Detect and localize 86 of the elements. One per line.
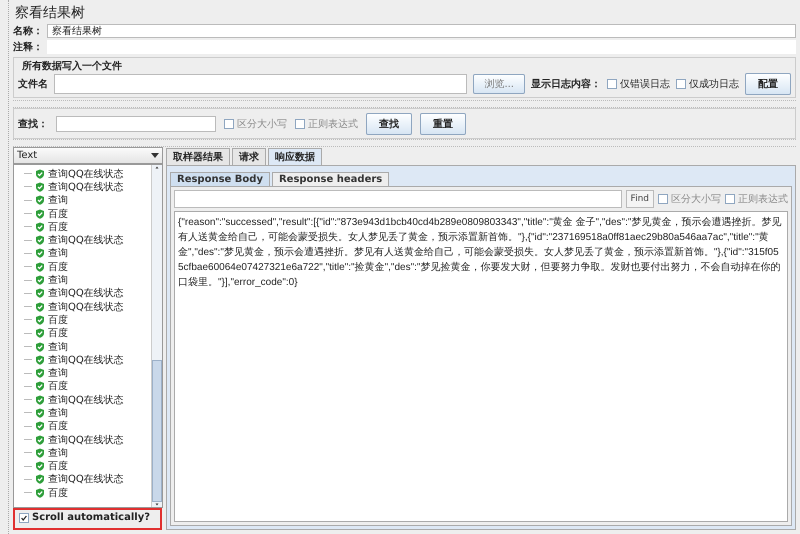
checkbox[interactable]: Scroll automatically?: [19, 512, 150, 524]
shield-check-icon: [35, 354, 45, 365]
tree-item[interactable]: 百度: [48, 486, 68, 500]
shield-check-icon: [35, 448, 45, 458]
shield-check-icon: [35, 368, 45, 378]
scrollbar[interactable]: [151, 165, 162, 507]
shield-check-icon: [35, 328, 45, 338]
tree-item[interactable]: 查询QQ在线状态: [48, 233, 124, 248]
field-label: 名称：: [13, 24, 43, 38]
splitter[interactable]: [13, 100, 796, 108]
shield-check-icon: [35, 222, 45, 232]
tree-item[interactable]: 百度: [48, 206, 68, 221]
search-field[interactable]: [174, 190, 622, 208]
tree-item[interactable]: 查询QQ在线状态: [48, 432, 124, 447]
caret-icon: [151, 153, 159, 158]
tree-item[interactable]: 查询QQ在线状态: [48, 472, 124, 486]
tab[interactable]: 取样器结果: [166, 148, 230, 165]
browse-button[interactable]: 浏览...: [473, 74, 525, 94]
filename-field[interactable]: [54, 74, 468, 94]
checkbox-icon[interactable]: [295, 118, 305, 128]
checkbox[interactable]: 仅成功日志: [676, 77, 739, 91]
tab[interactable]: Response Body: [170, 172, 270, 186]
config-button[interactable]: 配置: [745, 73, 791, 95]
tree-item[interactable]: 查询: [48, 340, 68, 354]
shield-check-icon: [35, 288, 45, 298]
shield-check-icon: [35, 195, 45, 206]
tree-item[interactable]: 查询QQ在线状态: [48, 180, 124, 194]
shield-check-icon: [35, 474, 45, 484]
checkbox-icon[interactable]: [725, 194, 735, 204]
field-label: 查找：: [18, 118, 48, 130]
shield-check-icon: [35, 434, 45, 445]
log-label: 显示日志内容：: [531, 77, 601, 91]
shield-check-icon: [35, 262, 45, 272]
shield-check-icon: [35, 314, 45, 325]
tree-item[interactable]: 查询QQ在线状态: [48, 166, 124, 181]
find-button[interactable]: 查找: [366, 112, 412, 134]
tree-item[interactable]: 百度: [48, 326, 68, 340]
tree-item[interactable]: 查询QQ在线状态: [48, 392, 124, 407]
tree-item[interactable]: 查询: [48, 273, 68, 288]
shield-check-icon: [35, 168, 45, 179]
renderer-dropdown[interactable]: Text: [13, 147, 163, 164]
search-field[interactable]: [56, 116, 216, 132]
tree-item[interactable]: 查询QQ在线状态: [48, 352, 124, 367]
field-label: 注释：: [13, 40, 43, 54]
reset-button[interactable]: 重置: [420, 112, 466, 134]
shield-check-icon: [35, 235, 45, 246]
shield-check-icon: [35, 342, 45, 352]
shield-check-icon: [35, 461, 45, 472]
tree-item[interactable]: 查询: [48, 193, 68, 208]
shield-check-icon: [35, 381, 45, 392]
checkbox-icon[interactable]: [658, 194, 668, 204]
tree-item[interactable]: 百度: [48, 312, 68, 327]
tree-item[interactable]: 百度: [48, 220, 68, 234]
checkbox-icon[interactable]: [676, 79, 686, 89]
tree-item[interactable]: 查询: [48, 366, 68, 380]
shield-check-icon: [35, 248, 45, 258]
tree-item[interactable]: 查询: [48, 246, 68, 260]
tab[interactable]: 请求: [232, 148, 266, 165]
tree-item[interactable]: 查询QQ在线状态: [48, 300, 124, 314]
shield-check-icon: [35, 488, 45, 498]
field-label: 文件名: [18, 78, 48, 91]
shield-check-icon: [35, 421, 45, 432]
shield-check-icon: [35, 408, 45, 418]
group-title: 所有数据写入一个文件: [22, 61, 122, 72]
tree-item[interactable]: 百度: [48, 459, 68, 474]
checkbox-icon[interactable]: [19, 512, 29, 523]
shield-check-icon: [35, 394, 45, 405]
shield-check-icon: [35, 182, 45, 192]
tab[interactable]: Response headers: [272, 172, 390, 186]
tree-item[interactable]: 查询: [48, 446, 68, 460]
tree-item[interactable]: 百度: [48, 379, 68, 394]
shield-check-icon: [35, 302, 45, 312]
tree-item[interactable]: 查询: [48, 406, 68, 420]
tab[interactable]: 响应数据: [268, 148, 322, 165]
name-field[interactable]: 察看结果树: [47, 24, 796, 38]
window-title: 察看结果树: [14, 4, 86, 23]
checkbox[interactable]: 仅错误日志: [607, 77, 670, 91]
shield-check-icon: [35, 208, 45, 219]
tree-item[interactable]: 百度: [48, 260, 68, 274]
checkbox-icon[interactable]: [607, 79, 617, 89]
tree-item[interactable]: 查询QQ在线状态: [48, 286, 124, 300]
checkbox-icon[interactable]: [224, 118, 234, 128]
find-button[interactable]: Find: [626, 190, 654, 208]
response-text: {"reason":"successed","result":[{"id":"873e943d1bcb40cd4b289e0809803343","title":"黄金 金子","des":"梦见黄金，预示会遭遇挫折。梦见有人送黄金给自己，可能会蒙受损失。女人梦见丢了黄金，预示添置新首饰。"},{"id":"237169518a0ff81aec29b80a546aa7ac","title":"黄金","des":"梦见黄金，预示会遭遇挫折。梦见有人送黄金给自己，可能会蒙受损失。女人梦见丢了黄金，预示添置新首饰。"},{"id":"315f055cfbae60064e07427321e6a722","title":"捡黄金","des":"梦见捡黄金，你要发大财，但要努力争取。发财也要付出努力，不会自动掉在你的口袋里。"}],"error_code":0}: [178, 216, 782, 290]
tree-item[interactable]: 百度: [48, 419, 68, 434]
shield-check-icon: [35, 275, 45, 286]
